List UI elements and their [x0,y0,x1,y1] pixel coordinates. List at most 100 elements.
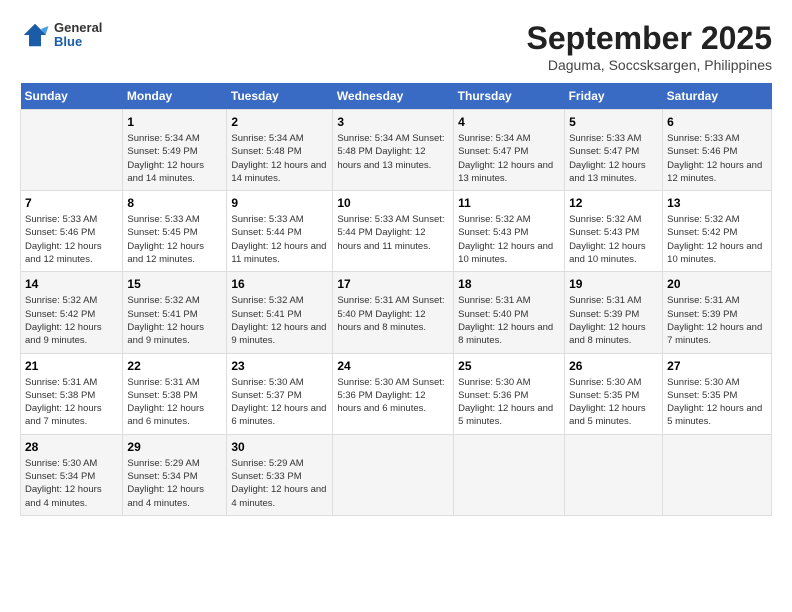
calendar-cell: 1 Sunrise: 5:34 AM Sunset: 5:49 PM Daylig… [123,110,227,191]
calendar-cell: 16 Sunrise: 5:32 AM Sunset: 5:41 PM Dayli… [227,272,333,353]
day-number: 10 [337,196,449,210]
day-info: Sunrise: 5:33 AM Sunset: 5:46 PM Dayligh… [667,132,767,185]
day-info: Sunrise: 5:31 AM Sunset: 5:38 PM Dayligh… [127,376,222,429]
logo-text: General Blue [54,21,102,50]
day-info: Sunrise: 5:29 AM Sunset: 5:34 PM Dayligh… [127,457,222,510]
day-info: Sunrise: 5:30 AM Sunset: 5:36 PM Dayligh… [458,376,560,429]
calendar-cell [565,434,663,515]
calendar-week-row: 7 Sunrise: 5:33 AM Sunset: 5:46 PM Daylig… [21,191,772,272]
calendar-cell: 19 Sunrise: 5:31 AM Sunset: 5:39 PM Dayli… [565,272,663,353]
calendar-cell [333,434,454,515]
day-number: 23 [231,359,328,373]
calendar-cell: 6 Sunrise: 5:33 AM Sunset: 5:46 PM Daylig… [663,110,772,191]
day-info: Sunrise: 5:33 AM Sunset: 5:45 PM Dayligh… [127,213,222,266]
day-number: 15 [127,277,222,291]
calendar-cell: 14 Sunrise: 5:32 AM Sunset: 5:42 PM Dayli… [21,272,123,353]
day-number: 16 [231,277,328,291]
calendar-week-row: 28Sunrise: 5:30 AM Sunset: 5:34 PM Dayli… [21,434,772,515]
day-number: 3 [337,115,449,129]
calendar-cell: 2Sunrise: 5:34 AM Sunset: 5:48 PM Daylig… [227,110,333,191]
calendar-week-row: 1 Sunrise: 5:34 AM Sunset: 5:49 PM Daylig… [21,110,772,191]
day-number: 21 [25,359,118,373]
day-number: 24 [337,359,449,373]
day-number: 19 [569,277,658,291]
day-info: Sunrise: 5:34 AM Sunset: 5:48 PM Dayligh… [337,132,449,172]
calendar-cell: 21 Sunrise: 5:31 AM Sunset: 5:38 PM Dayli… [21,353,123,434]
day-info: Sunrise: 5:33 AM Sunset: 5:44 PM Dayligh… [231,213,328,266]
weekday-header: Sunday [21,83,123,110]
calendar-cell: 15 Sunrise: 5:32 AM Sunset: 5:41 PM Dayli… [123,272,227,353]
day-number: 20 [667,277,767,291]
calendar-cell: 3 Sunrise: 5:34 AM Sunset: 5:48 PM Daylig… [333,110,454,191]
day-info: Sunrise: 5:31 AM Sunset: 5:38 PM Dayligh… [25,376,118,429]
day-number: 1 [127,115,222,129]
location: Daguma, Soccsksargen, Philippines [527,57,772,73]
day-info: Sunrise: 5:31 AM Sunset: 5:40 PM Dayligh… [458,294,560,347]
weekday-header: Friday [565,83,663,110]
logo: General Blue [20,20,102,50]
day-number: 12 [569,196,658,210]
day-number: 27 [667,359,767,373]
day-info: Sunrise: 5:31 AM Sunset: 5:39 PM Dayligh… [667,294,767,347]
day-info: Sunrise: 5:34 AM Sunset: 5:47 PM Dayligh… [458,132,560,185]
calendar-table: SundayMondayTuesdayWednesdayThursdayFrid… [20,83,772,516]
calendar-header-row: SundayMondayTuesdayWednesdayThursdayFrid… [21,83,772,110]
weekday-header: Wednesday [333,83,454,110]
day-number: 7 [25,196,118,210]
title-section: September 2025 Daguma, Soccsksargen, Phi… [527,20,772,73]
calendar-cell: 12Sunrise: 5:32 AM Sunset: 5:43 PM Dayli… [565,191,663,272]
day-info: Sunrise: 5:32 AM Sunset: 5:41 PM Dayligh… [231,294,328,347]
day-number: 4 [458,115,560,129]
month-title: September 2025 [527,20,772,57]
day-info: Sunrise: 5:33 AM Sunset: 5:46 PM Dayligh… [25,213,118,266]
day-info: Sunrise: 5:32 AM Sunset: 5:43 PM Dayligh… [458,213,560,266]
day-info: Sunrise: 5:32 AM Sunset: 5:41 PM Dayligh… [127,294,222,347]
day-info: Sunrise: 5:32 AM Sunset: 5:42 PM Dayligh… [25,294,118,347]
calendar-cell: 17 Sunrise: 5:31 AM Sunset: 5:40 PM Dayli… [333,272,454,353]
weekday-header: Saturday [663,83,772,110]
day-info: Sunrise: 5:34 AM Sunset: 5:49 PM Dayligh… [127,132,222,185]
calendar-week-row: 21 Sunrise: 5:31 AM Sunset: 5:38 PM Dayli… [21,353,772,434]
calendar-cell: 4 Sunrise: 5:34 AM Sunset: 5:47 PM Daylig… [454,110,565,191]
day-info: Sunrise: 5:30 AM Sunset: 5:35 PM Dayligh… [667,376,767,429]
calendar-cell: 5 Sunrise: 5:33 AM Sunset: 5:47 PM Daylig… [565,110,663,191]
day-number: 5 [569,115,658,129]
calendar-cell [663,434,772,515]
day-info: Sunrise: 5:31 AM Sunset: 5:39 PM Dayligh… [569,294,658,347]
calendar-cell: 27 Sunrise: 5:30 AM Sunset: 5:35 PM Dayli… [663,353,772,434]
day-number: 25 [458,359,560,373]
calendar-cell: 23 Sunrise: 5:30 AM Sunset: 5:37 PM Dayli… [227,353,333,434]
day-number: 9 [231,196,328,210]
day-info: Sunrise: 5:30 AM Sunset: 5:37 PM Dayligh… [231,376,328,429]
day-number: 11 [458,196,560,210]
day-number: 6 [667,115,767,129]
day-info: Sunrise: 5:30 AM Sunset: 5:36 PM Dayligh… [337,376,449,416]
calendar-cell: 7 Sunrise: 5:33 AM Sunset: 5:46 PM Daylig… [21,191,123,272]
weekday-header: Thursday [454,83,565,110]
calendar-cell: 22Sunrise: 5:31 AM Sunset: 5:38 PM Dayli… [123,353,227,434]
day-number: 26 [569,359,658,373]
weekday-header: Tuesday [227,83,333,110]
calendar-cell: 20 Sunrise: 5:31 AM Sunset: 5:39 PM Dayli… [663,272,772,353]
day-info: Sunrise: 5:30 AM Sunset: 5:34 PM Dayligh… [25,457,118,510]
day-number: 8 [127,196,222,210]
day-number: 17 [337,277,449,291]
logo-general: General [54,21,102,35]
calendar-cell: 28Sunrise: 5:30 AM Sunset: 5:34 PM Dayli… [21,434,123,515]
day-info: Sunrise: 5:32 AM Sunset: 5:42 PM Dayligh… [667,213,767,266]
calendar-cell: 18 Sunrise: 5:31 AM Sunset: 5:40 PM Dayli… [454,272,565,353]
day-info: Sunrise: 5:31 AM Sunset: 5:40 PM Dayligh… [337,294,449,334]
calendar-cell: 26Sunrise: 5:30 AM Sunset: 5:35 PM Dayli… [565,353,663,434]
logo-blue: Blue [54,35,102,49]
day-number: 30 [231,440,328,454]
day-info: Sunrise: 5:29 AM Sunset: 5:33 PM Dayligh… [231,457,328,510]
calendar-cell [21,110,123,191]
day-number: 14 [25,277,118,291]
calendar-cell: 10Sunrise: 5:33 AM Sunset: 5:44 PM Dayli… [333,191,454,272]
day-number: 13 [667,196,767,210]
calendar-cell: 29Sunrise: 5:29 AM Sunset: 5:34 PM Dayli… [123,434,227,515]
logo-icon [20,20,50,50]
day-number: 18 [458,277,560,291]
calendar-cell: 24 Sunrise: 5:30 AM Sunset: 5:36 PM Dayli… [333,353,454,434]
day-info: Sunrise: 5:33 AM Sunset: 5:47 PM Dayligh… [569,132,658,185]
